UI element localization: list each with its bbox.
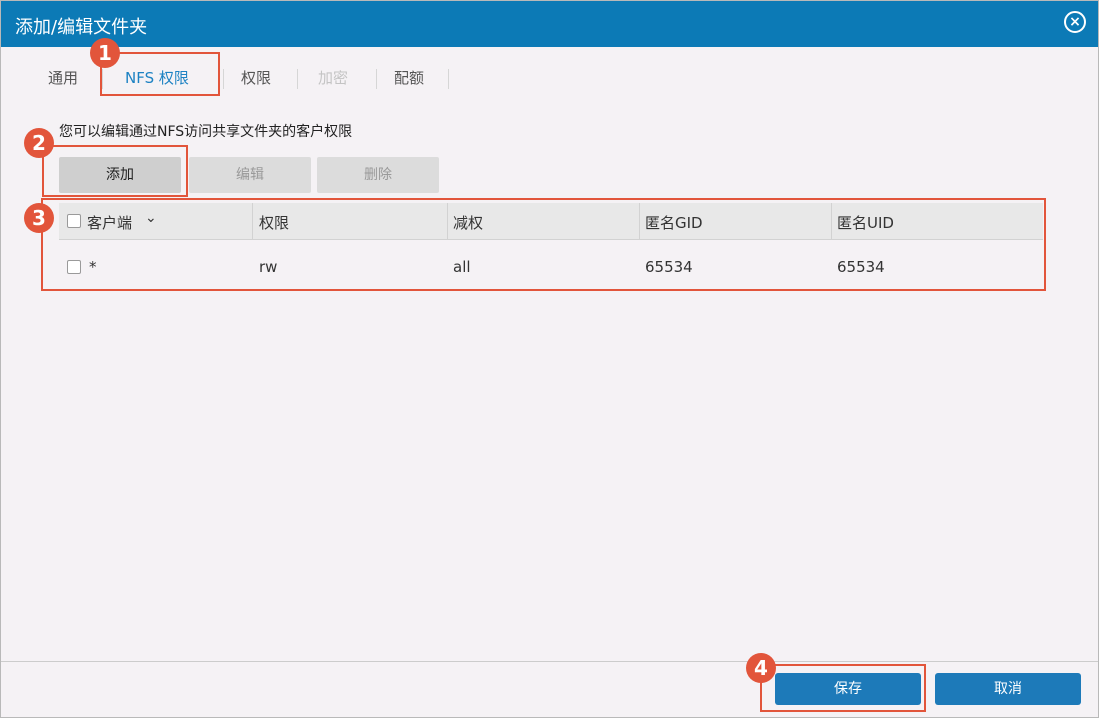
table-header: 客户端 ⌄ 权限 减权 匿名GID 匿名UID (59, 203, 1043, 240)
column-divider (252, 203, 253, 239)
column-header-squash: 减权 (453, 214, 484, 232)
step-badge-2: 2 (24, 128, 54, 158)
tab-divider (448, 69, 449, 89)
column-header-anon-uid: 匿名UID (837, 214, 894, 232)
chevron-down-icon[interactable]: ⌄ (145, 210, 157, 226)
tab-quota[interactable]: 配额 (394, 67, 424, 88)
close-icon[interactable]: × (1064, 11, 1086, 33)
edit-button: 编辑 (189, 157, 311, 193)
cell-squash: all (453, 258, 471, 276)
tab-nfs-permissions[interactable]: NFS 权限 (125, 67, 189, 88)
row-checkbox[interactable] (67, 260, 81, 274)
client-permissions-table: 客户端 ⌄ 权限 减权 匿名GID 匿名UID * rw all 65534 6… (59, 203, 1043, 289)
column-header-client[interactable]: 客户端 (87, 212, 132, 233)
tab-general[interactable]: 通用 (48, 67, 78, 88)
step-badge-4: 4 (746, 653, 776, 683)
dialog-title: 添加/编辑文件夹 (15, 17, 148, 38)
title-bar: 添加/编辑文件夹 × (1, 1, 1098, 47)
tab-divider (102, 69, 103, 89)
tab-divider (376, 69, 377, 89)
step-badge-1: 1 (90, 38, 120, 68)
column-divider (831, 203, 832, 239)
tab-divider (297, 69, 298, 89)
add-button[interactable]: 添加 (59, 157, 181, 193)
step-badge-3: 3 (24, 203, 54, 233)
column-header-anon-gid: 匿名GID (645, 214, 703, 232)
dialog: 添加/编辑文件夹 × 通用 NFS 权限 权限 加密 配额 您可以编辑通过NFS… (0, 0, 1099, 718)
tab-divider (223, 69, 224, 89)
cell-anon-gid: 65534 (645, 258, 693, 276)
cell-permission: rw (259, 258, 278, 276)
cell-client: * (89, 258, 97, 276)
save-button[interactable]: 保存 (775, 673, 921, 705)
column-divider (447, 203, 448, 239)
tab-encryption: 加密 (318, 69, 349, 87)
description-text: 您可以编辑通过NFS访问共享文件夹的客户权限 (59, 124, 353, 140)
footer-divider (1, 661, 1098, 662)
tab-permissions[interactable]: 权限 (241, 67, 271, 88)
delete-button: 删除 (317, 157, 439, 193)
select-all-checkbox[interactable] (67, 214, 81, 228)
column-divider (639, 203, 640, 239)
column-header-permission: 权限 (259, 214, 290, 232)
cell-anon-uid: 65534 (837, 258, 885, 276)
cancel-button[interactable]: 取消 (935, 673, 1081, 705)
